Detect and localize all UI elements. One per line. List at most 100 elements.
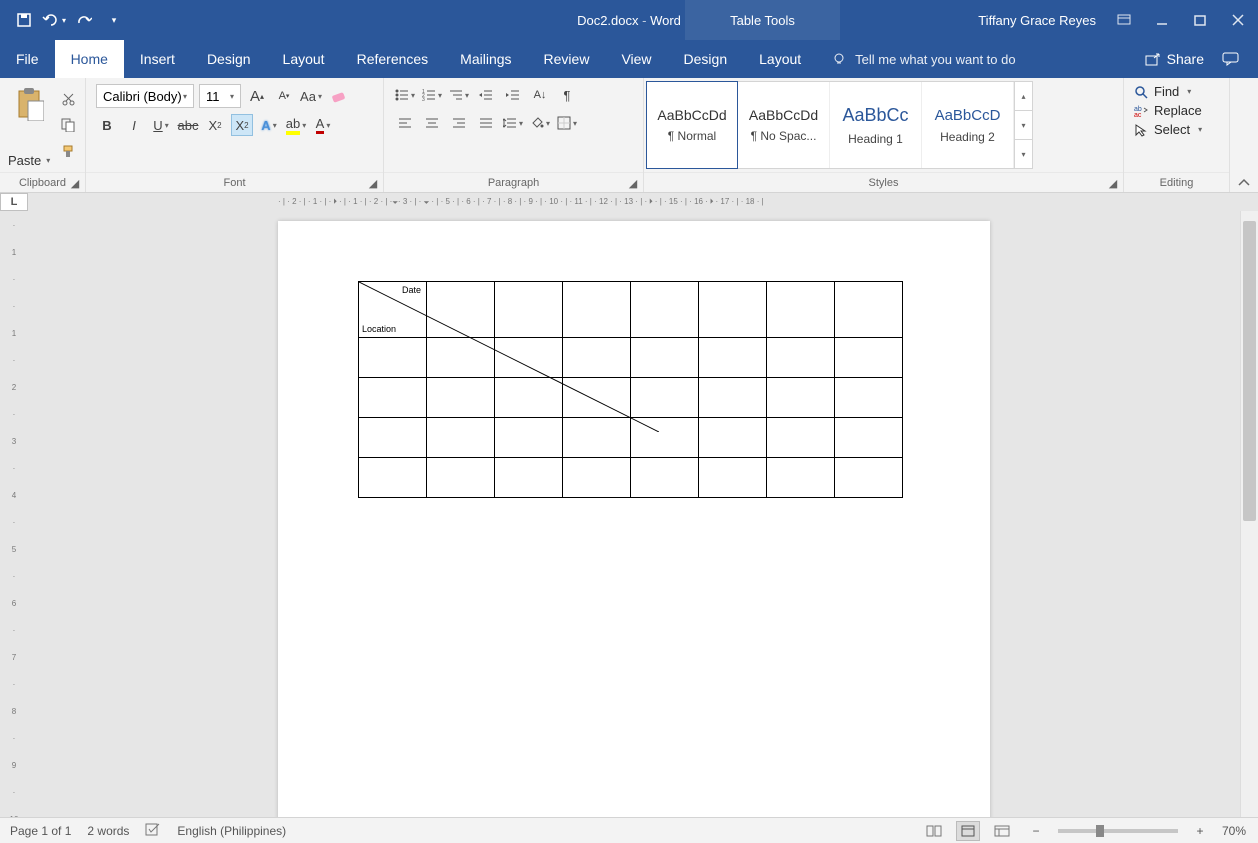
bullets-button[interactable]: ▾	[394, 84, 416, 106]
zoom-slider-handle[interactable]	[1096, 825, 1104, 837]
tab-references[interactable]: References	[341, 40, 445, 78]
clipboard-dialog-launcher[interactable]: ◢	[69, 177, 81, 189]
comments-button[interactable]	[1222, 52, 1240, 66]
table-cell[interactable]	[835, 418, 903, 458]
table-cell[interactable]	[359, 458, 427, 498]
vertical-scrollbar[interactable]	[1240, 211, 1258, 817]
table-cell[interactable]	[835, 282, 903, 338]
status-page[interactable]: Page 1 of 1	[10, 824, 71, 838]
justify-button[interactable]	[475, 112, 497, 134]
table-cell[interactable]	[835, 338, 903, 378]
zoom-in-button[interactable]: +	[1188, 821, 1212, 841]
numbering-button[interactable]: 123▾	[421, 84, 443, 106]
table-cell[interactable]	[767, 282, 835, 338]
table-cell[interactable]	[767, 378, 835, 418]
increase-indent-button[interactable]	[502, 84, 524, 106]
tell-me-search[interactable]: Tell me what you want to do	[817, 40, 1126, 78]
shrink-font-button[interactable]: A▾	[273, 85, 295, 107]
styles-scroll-up[interactable]: ▴	[1015, 82, 1032, 111]
table-cell[interactable]	[699, 378, 767, 418]
tab-file[interactable]: File	[0, 40, 55, 78]
table-cell[interactable]	[495, 458, 563, 498]
status-language[interactable]: English (Philippines)	[177, 824, 286, 838]
tab-layout[interactable]: Layout	[267, 40, 341, 78]
zoom-level[interactable]: 70%	[1222, 824, 1246, 838]
scrollbar-thumb[interactable]	[1243, 221, 1256, 521]
highlight-button[interactable]: ab▾	[285, 114, 307, 136]
italic-button[interactable]: I	[123, 114, 145, 136]
vertical-ruler[interactable]: ·1··1·2·3·4·5·6·7·8·9·10·11·12·13·14·15·…	[0, 211, 28, 817]
select-button[interactable]: Select▾	[1134, 122, 1202, 137]
tab-view[interactable]: View	[605, 40, 667, 78]
find-button[interactable]: Find▾	[1134, 84, 1191, 99]
style-normal[interactable]: AaBbCcDd¶ Normal	[646, 81, 738, 169]
font-name-combo[interactable]: Calibri (Body)▾	[96, 84, 194, 108]
font-size-combo[interactable]: 11▾	[199, 84, 241, 108]
tab-table-layout[interactable]: Layout	[743, 40, 817, 78]
table-cell[interactable]	[699, 282, 767, 338]
tab-table-design[interactable]: Design	[668, 40, 744, 78]
status-words[interactable]: 2 words	[87, 824, 129, 838]
cut-button[interactable]	[58, 89, 78, 109]
table-cell[interactable]	[835, 378, 903, 418]
collapse-ribbon-button[interactable]	[1230, 78, 1258, 192]
clear-formatting-button[interactable]	[327, 85, 349, 107]
horizontal-ruler[interactable]: · | · 2 · | · 1 · | · 🞂 · | · 1 · | · 2 …	[28, 193, 1240, 211]
table-cell[interactable]	[563, 282, 631, 338]
table-cell[interactable]	[835, 458, 903, 498]
show-marks-button[interactable]: ¶	[556, 84, 578, 106]
redo-button[interactable]	[72, 8, 96, 32]
view-print-layout[interactable]	[956, 821, 980, 841]
text-effects-button[interactable]: A▾	[258, 114, 280, 136]
strikethrough-button[interactable]: abc	[177, 114, 199, 136]
styles-scroll-down[interactable]: ▾	[1015, 111, 1032, 140]
bold-button[interactable]: B	[96, 114, 118, 136]
styles-dialog-launcher[interactable]: ◢	[1107, 177, 1119, 189]
tab-insert[interactable]: Insert	[124, 40, 191, 78]
replace-button[interactable]: abacReplace	[1134, 103, 1202, 118]
font-color-button[interactable]: A▾	[312, 114, 334, 136]
superscript-button[interactable]: X2	[231, 114, 253, 136]
borders-button[interactable]: ▾	[556, 112, 578, 134]
styles-expand[interactable]: ▾	[1015, 140, 1032, 168]
table-cell[interactable]	[563, 458, 631, 498]
status-proofing-icon[interactable]	[145, 822, 161, 839]
underline-button[interactable]: U▾	[150, 114, 172, 136]
align-right-button[interactable]	[448, 112, 470, 134]
table-cell[interactable]	[767, 418, 835, 458]
table-cell[interactable]	[495, 282, 563, 338]
tab-home[interactable]: Home	[55, 40, 124, 78]
table-cell[interactable]	[767, 458, 835, 498]
decrease-indent-button[interactable]	[475, 84, 497, 106]
style-no-spacing[interactable]: AaBbCcDd¶ No Spac...	[738, 82, 830, 168]
subscript-button[interactable]: X2	[204, 114, 226, 136]
ribbon-display-icon[interactable]	[1114, 10, 1134, 30]
shading-button[interactable]: ▾	[529, 112, 551, 134]
table-cell[interactable]	[427, 458, 495, 498]
align-center-button[interactable]	[421, 112, 443, 134]
qat-customize[interactable]: ▾	[102, 8, 126, 32]
view-web-layout[interactable]	[990, 821, 1014, 841]
undo-button[interactable]: ▾	[42, 8, 66, 32]
paste-button[interactable]: Paste▾	[8, 83, 50, 168]
style-heading-2[interactable]: AaBbCcDHeading 2	[922, 82, 1014, 168]
tab-selector[interactable]: L	[0, 193, 28, 211]
save-button[interactable]	[12, 8, 36, 32]
table-cell[interactable]	[699, 458, 767, 498]
zoom-slider[interactable]	[1058, 829, 1178, 833]
format-painter-button[interactable]	[58, 141, 78, 161]
page[interactable]: Date Location	[278, 221, 990, 817]
zoom-out-button[interactable]: −	[1024, 821, 1048, 841]
table-cell[interactable]	[767, 338, 835, 378]
document-table[interactable]: Date Location	[358, 281, 903, 498]
table-diagonal-header-cell[interactable]: Date Location	[359, 282, 427, 338]
tab-design[interactable]: Design	[191, 40, 267, 78]
table-cell[interactable]	[699, 418, 767, 458]
table-cell[interactable]	[427, 282, 495, 338]
line-spacing-button[interactable]: ▾	[502, 112, 524, 134]
table-cell[interactable]	[631, 458, 699, 498]
grow-font-button[interactable]: A▴	[246, 85, 268, 107]
paragraph-dialog-launcher[interactable]: ◢	[627, 177, 639, 189]
minimize-button[interactable]	[1152, 10, 1172, 30]
table-cell[interactable]	[699, 338, 767, 378]
